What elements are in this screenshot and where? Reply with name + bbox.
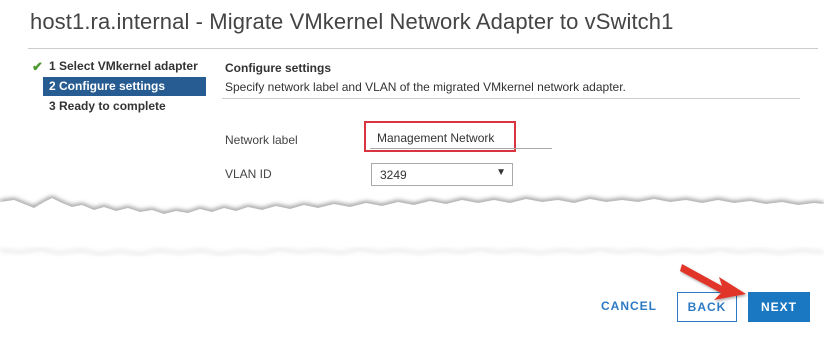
chevron-down-icon: ▼: [496, 167, 506, 178]
title-divider: [28, 48, 818, 49]
cancel-button[interactable]: CANCEL: [596, 292, 662, 321]
dialog-title: host1.ra.internal - Migrate VMkernel Net…: [30, 9, 674, 34]
section-heading: Configure settings: [225, 61, 332, 75]
checkmark-icon: ✔: [32, 59, 43, 74]
network-label-input[interactable]: Management Network: [377, 131, 494, 145]
section-description: Specify network label and VLAN of the mi…: [225, 80, 626, 94]
network-label-label: Network label: [225, 133, 298, 147]
step-ready-to-complete[interactable]: 3 Ready to complete: [31, 97, 211, 116]
network-label-underline: [370, 148, 552, 149]
wizard-dialog: host1.ra.internal - Migrate VMkernel Net…: [0, 0, 824, 337]
vlan-id-select[interactable]: 3249 ▼: [371, 163, 513, 186]
step-select-vmkernel-adapter[interactable]: ✔ 1 Select VMkernel adapter: [31, 57, 211, 76]
wizard-steps: ✔ 1 Select VMkernel adapter 2 Configure …: [31, 57, 211, 117]
step-label: 2 Configure settings: [49, 79, 166, 93]
vlan-id-value: 3249: [380, 168, 407, 182]
next-button[interactable]: NEXT: [748, 292, 810, 322]
vlan-id-label: VLAN ID: [225, 167, 272, 181]
step-label: 1 Select VMkernel adapter: [49, 59, 198, 73]
section-divider: [222, 98, 800, 99]
step-configure-settings[interactable]: 2 Configure settings: [43, 77, 206, 96]
step-label: 3 Ready to complete: [49, 99, 166, 113]
pointer-arrow-icon: [680, 264, 746, 300]
